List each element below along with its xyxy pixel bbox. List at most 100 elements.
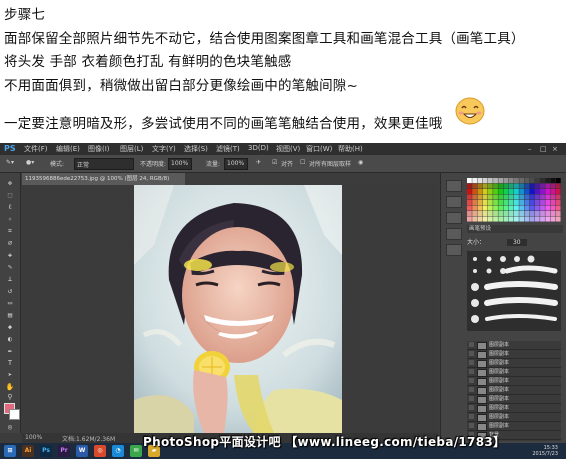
maximize-icon[interactable]: □ bbox=[540, 145, 548, 153]
swatch[interactable] bbox=[550, 211, 556, 217]
swatch[interactable] bbox=[467, 194, 472, 200]
close-icon[interactable]: × bbox=[552, 145, 560, 153]
menu-select[interactable]: 选择(S) bbox=[184, 144, 208, 154]
qq-icon[interactable]: ◔ bbox=[112, 445, 124, 457]
swatch[interactable] bbox=[514, 189, 519, 195]
layer-visibility-icon[interactable] bbox=[469, 387, 474, 392]
blur-tool-icon[interactable]: ◆ bbox=[5, 323, 15, 331]
swatch[interactable] bbox=[477, 211, 483, 217]
menu-type[interactable]: 文字(Y) bbox=[152, 144, 176, 154]
dodge-tool-icon[interactable]: ◐ bbox=[5, 335, 15, 343]
layer-visibility-icon[interactable] bbox=[469, 405, 474, 410]
crop-tool-icon[interactable]: ⌗ bbox=[5, 227, 15, 235]
swatch[interactable] bbox=[529, 211, 535, 217]
swatch[interactable] bbox=[529, 205, 535, 211]
swatch[interactable] bbox=[540, 189, 545, 195]
swatch[interactable] bbox=[467, 200, 472, 206]
swatch[interactable] bbox=[498, 216, 504, 222]
swatch[interactable] bbox=[555, 211, 561, 217]
swatch[interactable] bbox=[482, 194, 488, 200]
brush-panel-icon[interactable] bbox=[446, 212, 462, 224]
swatch[interactable] bbox=[555, 200, 561, 206]
swatch[interactable] bbox=[519, 194, 525, 200]
zoom-tool-icon[interactable]: ⚲ bbox=[5, 393, 15, 401]
swatch[interactable] bbox=[503, 200, 509, 206]
swatch[interactable] bbox=[493, 189, 498, 195]
swatch[interactable] bbox=[498, 200, 504, 206]
layer-row[interactable]: 图层副本 bbox=[467, 377, 561, 386]
history-panel-icon[interactable] bbox=[446, 180, 462, 192]
airbrush-icon[interactable]: ✈ bbox=[256, 159, 261, 166]
swatch[interactable] bbox=[503, 189, 509, 195]
quick-mask-icon[interactable]: ◎ bbox=[5, 423, 15, 431]
swatch[interactable] bbox=[487, 205, 493, 211]
swatch[interactable] bbox=[472, 211, 478, 217]
swatch[interactable] bbox=[540, 200, 545, 206]
swatch[interactable] bbox=[467, 216, 472, 222]
swatch[interactable] bbox=[482, 211, 488, 217]
swatch[interactable] bbox=[524, 211, 530, 217]
swatch[interactable] bbox=[508, 183, 514, 189]
menu-layer[interactable]: 图层(L) bbox=[120, 144, 143, 154]
eyedropper-icon[interactable]: ⌀ bbox=[5, 239, 15, 247]
swatch[interactable] bbox=[487, 194, 493, 200]
swatch[interactable] bbox=[540, 211, 545, 217]
pen-tool-icon[interactable]: ✒ bbox=[5, 347, 15, 355]
swatch[interactable] bbox=[508, 178, 514, 184]
swatch[interactable] bbox=[493, 194, 498, 200]
layer-visibility-icon[interactable] bbox=[469, 423, 474, 428]
swatch[interactable] bbox=[524, 194, 530, 200]
swatch[interactable] bbox=[519, 216, 525, 222]
swatch[interactable] bbox=[487, 183, 493, 189]
swatch[interactable] bbox=[524, 216, 530, 222]
swatch[interactable] bbox=[503, 205, 509, 211]
healing-brush-icon[interactable]: ✚ bbox=[5, 251, 15, 259]
swatch[interactable] bbox=[514, 211, 519, 217]
document-tab[interactable]: 1193596886ede22753.jpg @ 100% (图层 24, RG… bbox=[22, 173, 185, 185]
swatch[interactable] bbox=[498, 183, 504, 189]
swatch[interactable] bbox=[519, 189, 525, 195]
swatch[interactable] bbox=[487, 200, 493, 206]
move-tool-icon[interactable]: ✥ bbox=[5, 179, 15, 187]
swatch[interactable] bbox=[487, 178, 493, 184]
swatch[interactable] bbox=[477, 205, 483, 211]
swatch[interactable] bbox=[524, 178, 530, 184]
swatches-panel[interactable] bbox=[467, 178, 561, 222]
history-brush-icon[interactable]: ↺ bbox=[5, 287, 15, 295]
swatch[interactable] bbox=[550, 216, 556, 222]
swatch[interactable] bbox=[503, 183, 509, 189]
layer-visibility-icon[interactable] bbox=[469, 369, 474, 374]
swatch[interactable] bbox=[555, 183, 561, 189]
swatch[interactable] bbox=[555, 216, 561, 222]
hand-tool-icon[interactable]: ✋ bbox=[5, 383, 15, 391]
swatch[interactable] bbox=[540, 205, 545, 211]
swatch[interactable] bbox=[529, 178, 535, 184]
swatch[interactable] bbox=[482, 189, 488, 195]
swatch[interactable] bbox=[498, 205, 504, 211]
canvas-area[interactable] bbox=[22, 185, 438, 433]
layer-row[interactable]: 图层副本 bbox=[467, 413, 561, 422]
swatch[interactable] bbox=[545, 211, 551, 217]
menu-window[interactable]: 窗口(W) bbox=[306, 144, 332, 154]
swatch[interactable] bbox=[508, 189, 514, 195]
swatch[interactable] bbox=[498, 178, 504, 184]
swatch[interactable] bbox=[472, 178, 478, 184]
swatch[interactable] bbox=[493, 178, 498, 184]
swatch[interactable] bbox=[467, 205, 472, 211]
swatch[interactable] bbox=[493, 211, 498, 217]
swatch[interactable] bbox=[472, 205, 478, 211]
swatch[interactable] bbox=[529, 183, 535, 189]
clone-source-panel-icon[interactable] bbox=[446, 228, 462, 240]
flow-field[interactable]: 100% bbox=[224, 158, 248, 170]
swatch[interactable] bbox=[477, 200, 483, 206]
character-panel-icon[interactable] bbox=[446, 244, 462, 256]
path-select-icon[interactable]: ➤ bbox=[5, 371, 15, 379]
layer-visibility-icon[interactable] bbox=[469, 396, 474, 401]
type-tool-icon[interactable]: T bbox=[5, 359, 15, 367]
swatch[interactable] bbox=[514, 205, 519, 211]
swatch[interactable] bbox=[519, 183, 525, 189]
swatch[interactable] bbox=[508, 216, 514, 222]
layer-row[interactable]: 图层副本 bbox=[467, 359, 561, 368]
layer-visibility-icon[interactable] bbox=[469, 351, 474, 356]
menu-edit[interactable]: 编辑(E) bbox=[56, 144, 80, 154]
